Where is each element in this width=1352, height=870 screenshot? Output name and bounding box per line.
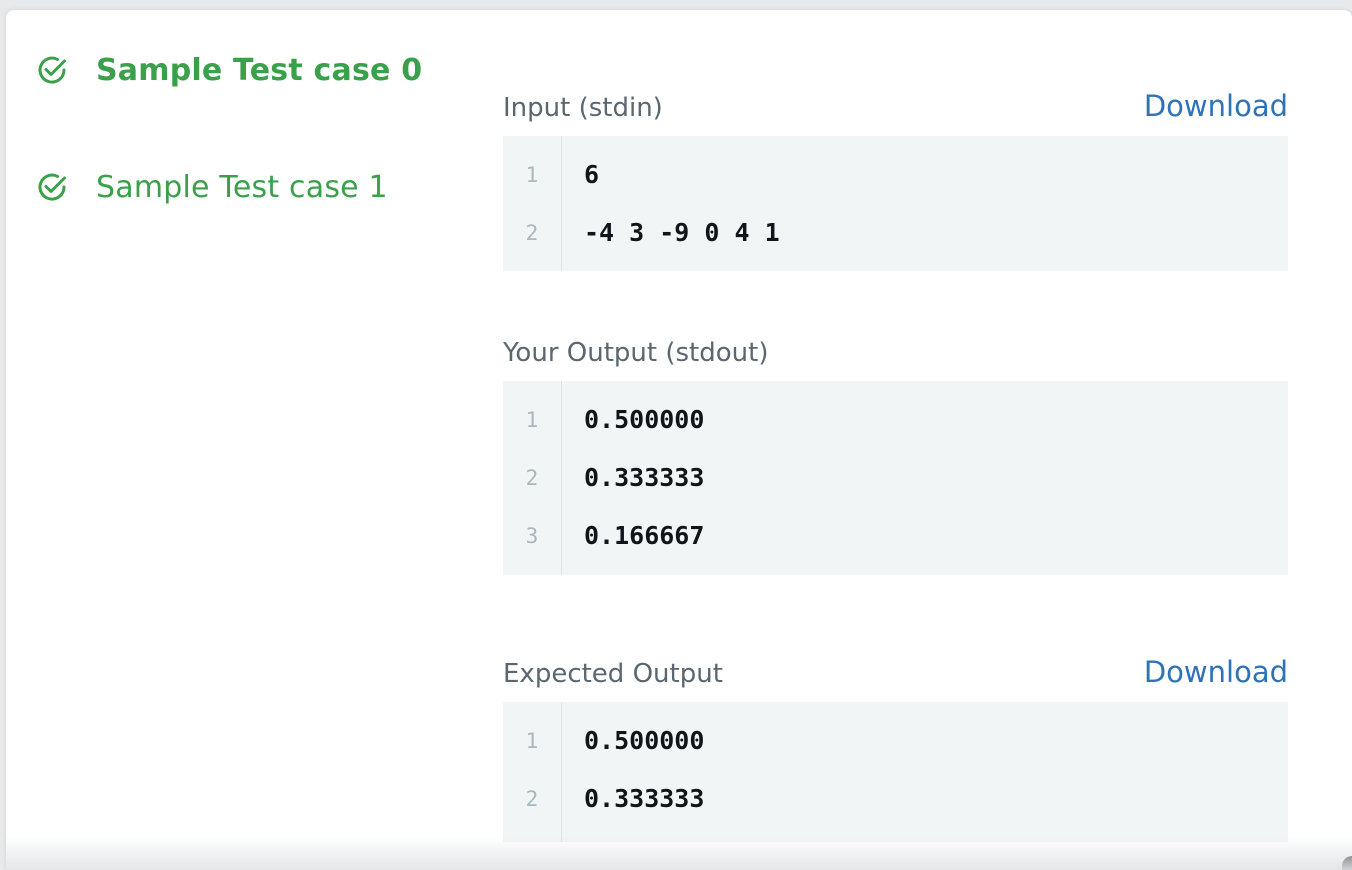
input-code-block: 1 2 6 -4 3 -9 0 4 1: [503, 136, 1288, 271]
your-output-code-block: 1 2 3 0.500000 0.333333 0.166667: [503, 381, 1288, 575]
test-case-tab-1[interactable]: Sample Test case 1: [34, 165, 454, 209]
code-line: 6: [584, 160, 600, 189]
code-lines: 0.500000 0.333333: [562, 702, 1288, 842]
code-line: -4 3 -9 0 4 1: [584, 218, 780, 247]
code-line: 0.166667: [584, 521, 705, 550]
expected-output-code-block: 1 2 0.500000 0.333333: [503, 702, 1288, 842]
expected-output-section-header: Expected Output Download: [503, 653, 1288, 693]
input-download-link[interactable]: Download: [1144, 89, 1288, 123]
line-number: 2: [525, 221, 539, 245]
code-line: 0.500000: [584, 405, 705, 434]
line-number-gutter: 1 2: [503, 702, 562, 842]
code-line: 0.333333: [584, 463, 705, 492]
check-circle-icon: [34, 52, 70, 88]
test-case-tab-0[interactable]: Sample Test case 0: [34, 48, 454, 92]
line-number-gutter: 1 2 3: [503, 381, 562, 575]
window-corner: [1342, 856, 1352, 870]
your-output-section-header: Your Output (stdout): [503, 332, 1288, 372]
line-number: 2: [525, 787, 539, 811]
line-number: 1: [525, 163, 539, 187]
test-results-panel: Sample Test case 0 Sample Test case 1 In…: [6, 10, 1352, 870]
code-line: 0.500000: [584, 726, 705, 755]
line-number: 3: [525, 524, 539, 548]
check-circle-icon: [34, 169, 70, 205]
line-number: 1: [525, 408, 539, 432]
input-section-header: Input (stdin) Download: [503, 87, 1288, 127]
expected-output-download-link[interactable]: Download: [1144, 655, 1288, 689]
input-title: Input (stdin): [503, 93, 663, 123]
code-lines: 6 -4 3 -9 0 4 1: [562, 136, 1288, 271]
line-number: 2: [525, 466, 539, 490]
test-case-label: Sample Test case 0: [96, 52, 423, 88]
code-lines: 0.500000 0.333333 0.166667: [562, 381, 1288, 575]
line-number: 1: [525, 729, 539, 753]
test-case-list: Sample Test case 0 Sample Test case 1: [34, 48, 454, 282]
your-output-title: Your Output (stdout): [503, 338, 769, 368]
code-line: 0.333333: [584, 784, 705, 813]
test-case-label: Sample Test case 1: [96, 169, 388, 205]
line-number-gutter: 1 2: [503, 136, 562, 271]
expected-output-title: Expected Output: [503, 659, 723, 689]
